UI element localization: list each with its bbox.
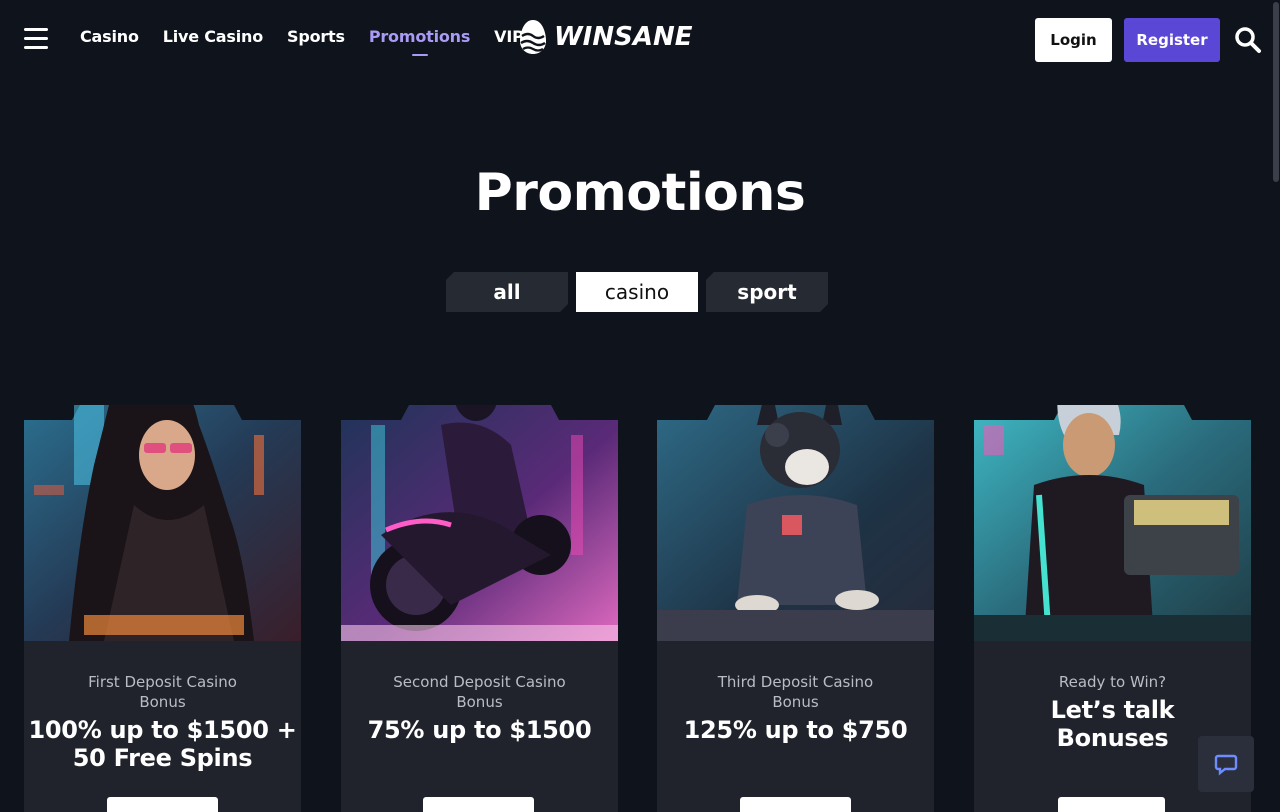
promo-card-headline: 75% up to $1500 [367,716,592,744]
promo-card-text: First Deposit Casino Bonus 100% up to $1… [24,672,301,772]
promo-card-headline: 125% up to $750 [683,716,908,744]
scrollbar[interactable] [1272,0,1280,812]
nav-casino[interactable]: Casino [80,27,139,46]
logo-egg-icon [520,20,546,54]
promotion-filter-tabs: all casino sport [446,272,828,312]
promo-card-button[interactable] [107,797,218,812]
nav-live-casino[interactable]: Live Casino [163,27,263,46]
promo-card-subtitle: First Deposit Casino Bonus [88,673,237,711]
nav-promotions[interactable]: Promotions [369,27,471,46]
promo-card-image [657,405,934,641]
promo-card-subtitle: Second Deposit Casino Bonus [393,673,566,711]
nav-sports[interactable]: Sports [287,27,345,46]
scrollbar-thumb[interactable] [1273,2,1279,182]
promo-card-image [24,405,301,641]
login-button[interactable]: Login [1035,18,1112,62]
promo-card-image [974,405,1251,641]
tab-casino[interactable]: casino [576,272,698,312]
promo-card-button[interactable] [1058,797,1165,812]
search-icon[interactable] [1234,26,1262,54]
chat-icon[interactable] [1198,736,1254,792]
hamburger-menu-icon[interactable] [24,28,48,50]
promo-card-subtitle: Ready to Win? [1058,673,1167,691]
tab-sport[interactable]: sport [706,272,828,312]
promo-card-headline: 100% up to $1500 + 50 Free Spins [28,716,297,772]
page-title: Promotions [474,163,806,223]
promo-card-image [341,405,618,641]
header: Casino Live Casino Sports Promotions VIP… [0,0,1280,80]
promo-card-text: Second Deposit Casino Bonus 75% up to $1… [341,672,618,744]
promo-card-button[interactable] [423,797,534,812]
register-button[interactable]: Register [1124,18,1220,62]
promo-card-subtitle: Third Deposit Casino Bonus [717,673,874,711]
promo-card-button[interactable] [740,797,851,812]
promo-card-text: Third Deposit Casino Bonus 125% up to $7… [657,672,934,744]
tab-all[interactable]: all [446,272,568,312]
logo-text: WINSANE [554,22,693,52]
main-nav: Casino Live Casino Sports Promotions VIP [80,27,524,46]
logo[interactable]: WINSANE [518,18,692,56]
